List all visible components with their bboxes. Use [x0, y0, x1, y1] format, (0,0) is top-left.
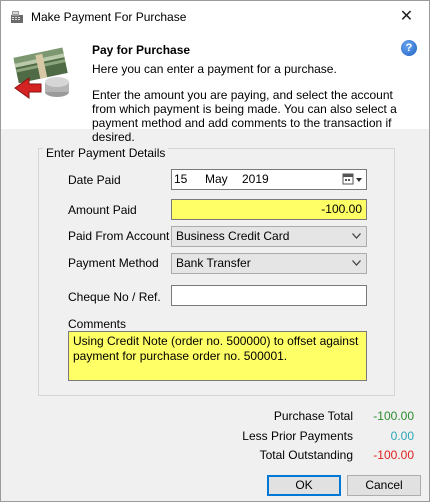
- payment-dialog: Make Payment For Purchase ✕ ? Pay for Pu…: [0, 0, 430, 502]
- title-bar: Make Payment For Purchase ✕: [1, 1, 429, 32]
- purchase-total-value: -100.00: [373, 409, 414, 423]
- date-day[interactable]: 15: [174, 170, 187, 189]
- paid-from-account-label: Paid From Account: [68, 229, 170, 243]
- amount-paid-label: Amount Paid: [68, 203, 137, 217]
- close-icon: ✕: [399, 8, 414, 25]
- date-year[interactable]: 2019: [242, 170, 269, 189]
- date-paid-label: Date Paid: [68, 173, 121, 187]
- comments-label: Comments: [68, 317, 127, 331]
- total-outstanding-value: -100.00: [373, 448, 414, 462]
- payment-details-legend: Enter Payment Details: [43, 146, 169, 160]
- prior-payments-label: Less Prior Payments: [242, 429, 353, 443]
- window-title: Make Payment For Purchase: [31, 10, 187, 24]
- date-paid-picker[interactable]: 15 May 2019: [171, 169, 367, 190]
- close-button[interactable]: ✕: [384, 1, 429, 32]
- chevron-down-icon: [352, 260, 361, 266]
- cancel-button[interactable]: Cancel: [347, 475, 421, 496]
- header-description: Enter the amount you are paying, and sel…: [92, 88, 397, 144]
- calendar-dropdown-icon[interactable]: [342, 172, 364, 187]
- help-icon[interactable]: ?: [401, 40, 417, 56]
- cash-register-icon: [11, 11, 23, 23]
- money-payment-icon: [13, 47, 69, 99]
- ok-button[interactable]: OK: [267, 475, 341, 496]
- header-panel: ? Pay for Purchase Here you can enter a …: [1, 32, 429, 144]
- cheque-ref-input[interactable]: [171, 285, 367, 306]
- comments-textarea[interactable]: Using Credit Note (order no. 500000) to …: [68, 331, 367, 381]
- paid-from-account-select[interactable]: Business Credit Card: [171, 226, 367, 247]
- total-outstanding-label: Total Outstanding: [259, 448, 353, 462]
- paid-from-account-value: Business Credit Card: [176, 229, 290, 243]
- header-subtitle: Here you can enter a payment for a purch…: [92, 62, 337, 76]
- date-month[interactable]: May: [205, 170, 228, 189]
- amount-paid-input[interactable]: -100.00: [171, 199, 367, 220]
- payment-method-label: Payment Method: [68, 256, 159, 270]
- payment-method-value: Bank Transfer: [176, 256, 251, 270]
- cheque-ref-label: Cheque No / Ref.: [68, 290, 161, 304]
- prior-payments-value: 0.00: [390, 429, 414, 443]
- payment-method-select[interactable]: Bank Transfer: [171, 253, 367, 274]
- chevron-down-icon: [352, 233, 361, 239]
- purchase-total-label: Purchase Total: [273, 409, 353, 423]
- header-title: Pay for Purchase: [92, 43, 191, 57]
